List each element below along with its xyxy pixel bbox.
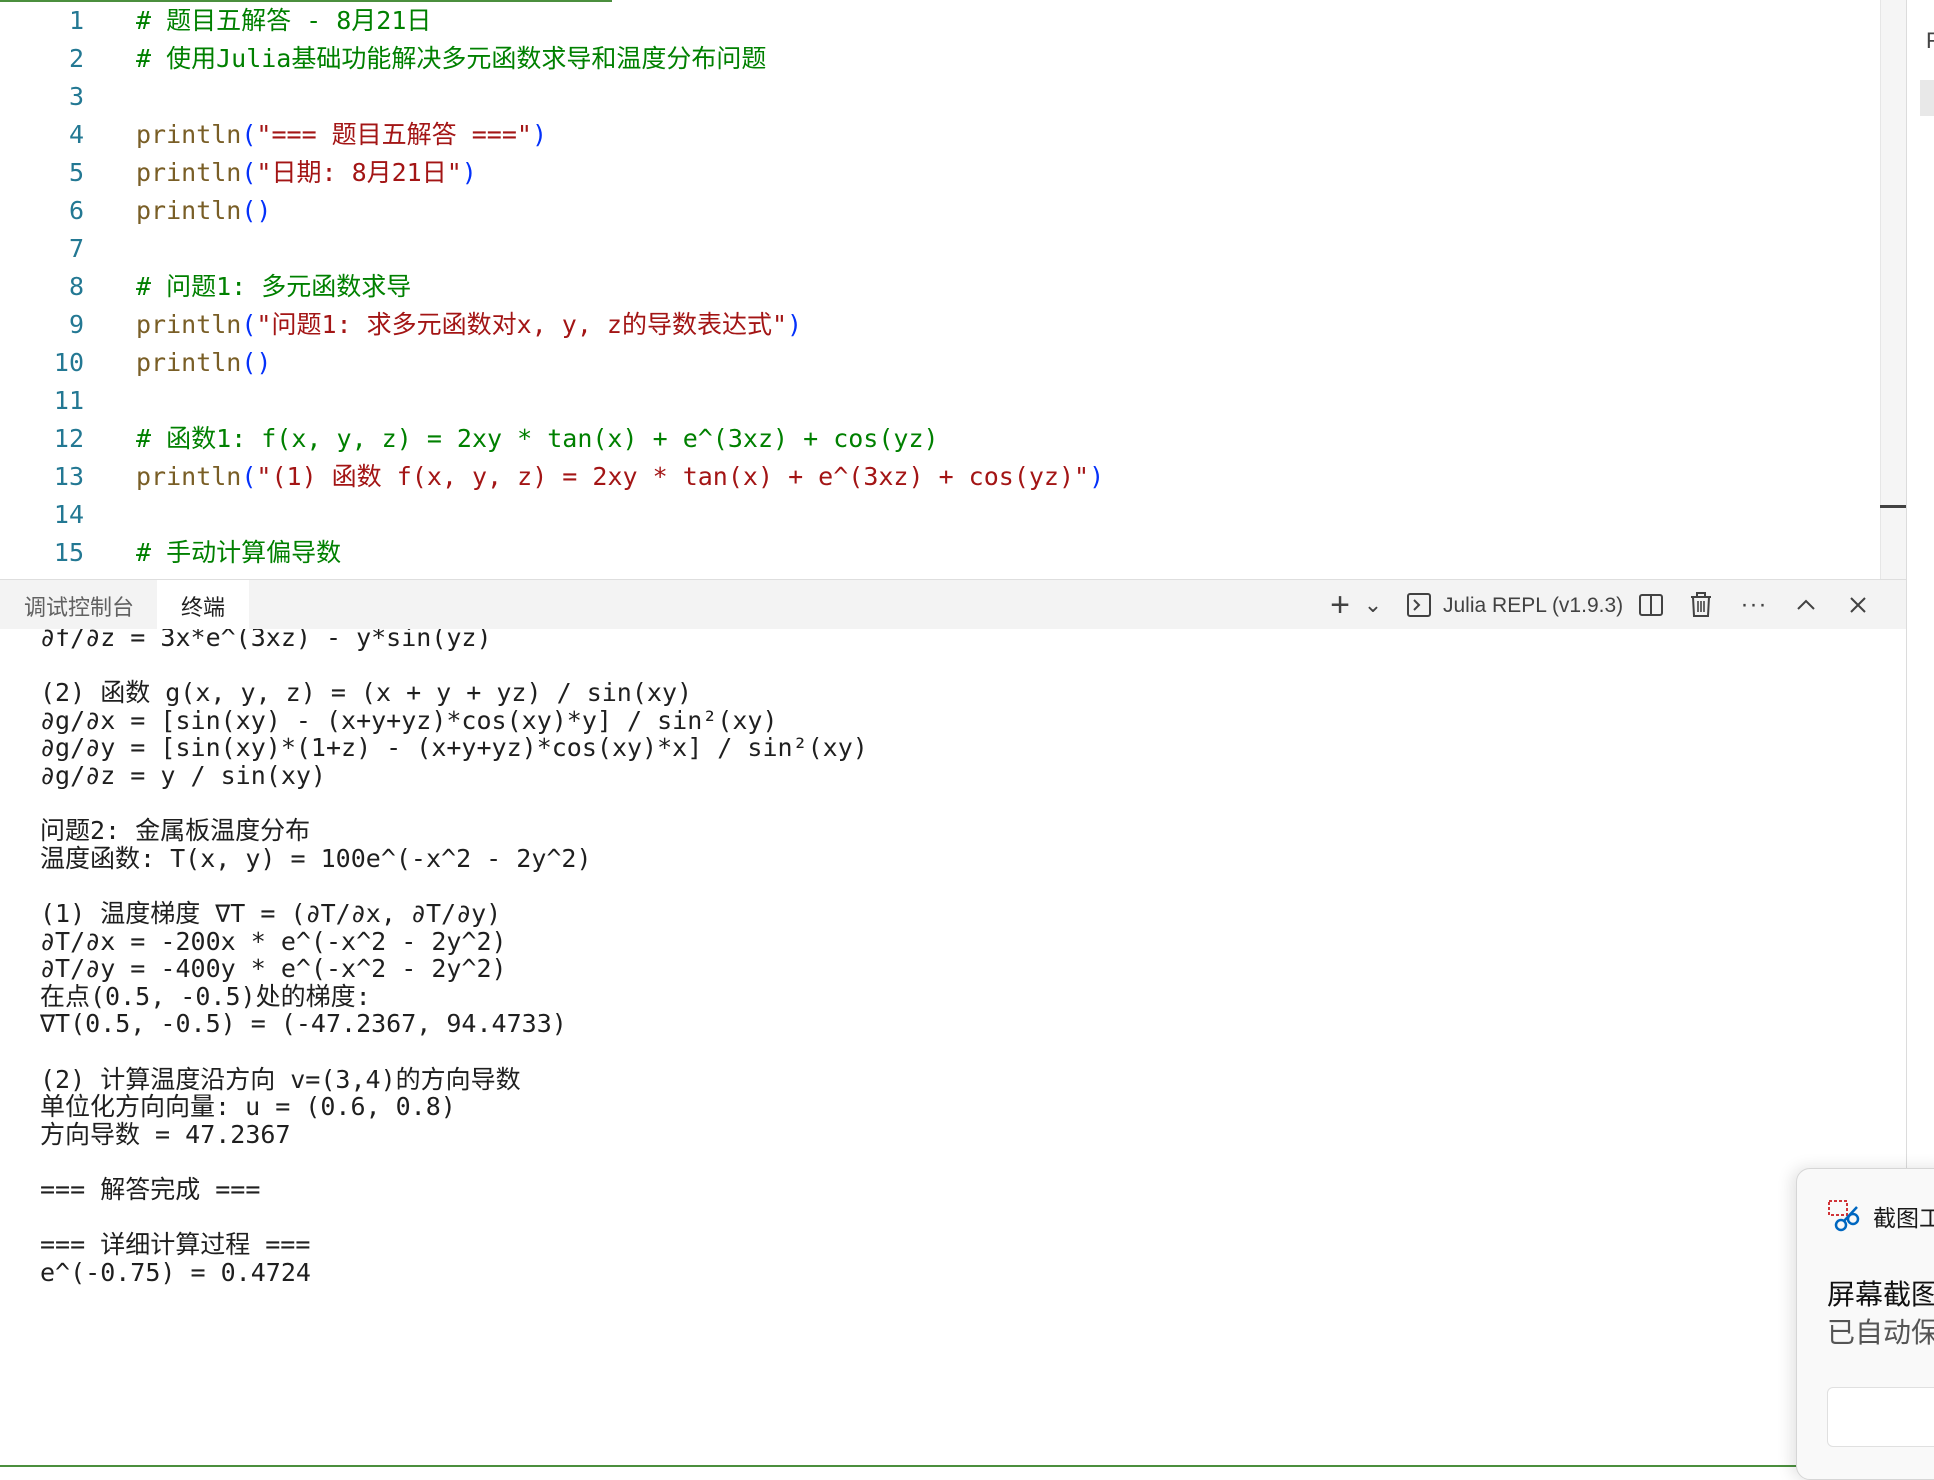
code-line[interactable]: 7 bbox=[0, 230, 1880, 268]
code-token: () bbox=[241, 348, 272, 377]
code-line[interactable]: 1 # 题目五解答 - 8月21日 bbox=[0, 2, 1880, 40]
code-line[interactable]: 10 println() bbox=[0, 344, 1880, 382]
code-line[interactable]: 14 bbox=[0, 496, 1880, 534]
line-number: 6 bbox=[68, 196, 84, 225]
line-number: 9 bbox=[68, 310, 84, 339]
code-text: println("问题1: 求多元函数对x, y, z的导数表达式") bbox=[136, 306, 802, 344]
line-number: 11 bbox=[53, 386, 84, 415]
terminal-icon bbox=[1404, 580, 1434, 630]
split-terminal-icon[interactable] bbox=[1636, 580, 1666, 630]
code-token: println bbox=[136, 158, 242, 187]
code-line[interactable]: 12 # 函数1: f(x, y, z) = 2xy * tan(x) + e^(… bbox=[0, 420, 1880, 458]
code-line[interactable]: 2 # 使用Julia基础功能解决多元函数求导和温度分布问题 bbox=[0, 40, 1880, 78]
line-number: 15 bbox=[53, 538, 84, 567]
trash-icon[interactable] bbox=[1686, 580, 1716, 630]
code-text: # 题目五解答 - 8月21日 bbox=[136, 2, 431, 40]
terminal-instance-label[interactable]: Julia REPL (v1.9.3) bbox=[1443, 580, 1623, 630]
close-panel-icon[interactable] bbox=[1842, 580, 1874, 630]
code-line[interactable]: 9 println("问题1: 求多元函数对x, y, z的导数表达式") bbox=[0, 306, 1880, 344]
notification-body: 已自动保 bbox=[1827, 1317, 1934, 1348]
code-text: println("(1) 函数 f(x, y, z) = 2xy * tan(x… bbox=[136, 458, 1104, 496]
code-text: # 问题1: 多元函数求导 bbox=[136, 268, 411, 306]
terminal-line: 方向导数 = 47.2367 bbox=[40, 1119, 291, 1149]
code-text: println() bbox=[136, 344, 271, 382]
code-line[interactable]: 6 println() bbox=[0, 192, 1880, 230]
snip-notification[interactable]: 截图工 屏幕截图 已自动保 bbox=[1796, 1168, 1934, 1480]
code-text: # 函数1: f(x, y, z) = 2xy * tan(x) + e^(3x… bbox=[136, 420, 939, 458]
code-text: # 使用Julia基础功能解决多元函数求导和温度分布问题 bbox=[136, 40, 766, 78]
code-token: ( bbox=[241, 158, 257, 187]
code-line[interactable]: 3 bbox=[0, 78, 1880, 116]
line-number: 12 bbox=[53, 424, 84, 453]
code-token: "问题1: 求多元函数对x, y, z的导数表达式" bbox=[256, 310, 788, 339]
chevron-down-icon[interactable]: ⌄ bbox=[1360, 580, 1386, 630]
code-line[interactable]: 13 println("(1) 函数 f(x, y, z) = 2xy * tan… bbox=[0, 458, 1880, 496]
line-number: 3 bbox=[68, 82, 84, 111]
code-token: println bbox=[136, 348, 242, 377]
code-line[interactable]: 4 println("=== 题目五解答 ===") bbox=[0, 116, 1880, 154]
sidebar-edge-scroll-thumb[interactable] bbox=[1920, 80, 1934, 116]
line-number: 2 bbox=[68, 44, 84, 73]
code-token: println bbox=[136, 196, 242, 225]
scissors-icon bbox=[1827, 1199, 1861, 1233]
terminal-line: e^(-0.75) = 0.4724 bbox=[40, 1257, 311, 1287]
code-token: () bbox=[241, 196, 272, 225]
terminal-line: ∂f/∂z = 3x*e^(3xz) - y*sin(yz) bbox=[40, 629, 492, 652]
code-token: # 函数1: f(x, y, z) = 2xy * tan(x) + e^(3x… bbox=[136, 424, 939, 453]
code-token: # 使用Julia基础功能解决多元函数求导和温度分布问题 bbox=[136, 44, 767, 73]
terminal-line: 温度函数: T(x, y) = 100e^(-x^2 - 2y^2) bbox=[40, 843, 592, 873]
sidebar-edge-label: F bbox=[1926, 28, 1934, 53]
code-token: ) bbox=[531, 120, 547, 149]
code-text: println("=== 题目五解答 ===") bbox=[136, 116, 547, 154]
code-editor[interactable]: 1 # 题目五解答 - 8月21日 2 # 使用Julia基础功能解决多元函数求导和温… bbox=[0, 0, 1906, 579]
terminal-line: ∇T(0.5, -0.5) = (-47.2367, 94.4733) bbox=[40, 1009, 567, 1039]
notification-title: 屏幕截图 bbox=[1827, 1279, 1934, 1310]
line-number: 13 bbox=[53, 462, 84, 491]
code-text: # 手动计算偏导数 bbox=[136, 534, 341, 572]
code-token: # 题目五解答 - 8月21日 bbox=[136, 6, 432, 35]
overview-ruler-cursor-mark bbox=[1880, 505, 1906, 508]
code-line[interactable]: 5 println("日期: 8月21日") bbox=[0, 154, 1880, 192]
terminal-output[interactable]: ∂f/∂z = 3x*e^(3xz) - y*sin(yz) (2) 函数 g(x… bbox=[0, 629, 1906, 1465]
line-number: 1 bbox=[68, 6, 84, 35]
line-number: 10 bbox=[53, 348, 84, 377]
more-actions-button[interactable]: ··· bbox=[1736, 580, 1772, 630]
tab-terminal[interactable]: 终端 bbox=[157, 580, 250, 630]
code-token: "(1) 函数 f(x, y, z) = 2xy * tan(x) + e^(3… bbox=[256, 462, 1090, 491]
code-text: println("日期: 8月21日") bbox=[136, 154, 477, 192]
terminal-line: === 解答完成 === bbox=[40, 1175, 261, 1204]
code-token: ( bbox=[241, 310, 257, 339]
tab-debug-console[interactable]: 调试控制台 bbox=[0, 580, 158, 630]
code-token: "日期: 8月21日" bbox=[256, 158, 462, 187]
code-token: ( bbox=[241, 120, 257, 149]
line-number: 14 bbox=[53, 500, 84, 529]
code-token: println bbox=[136, 120, 242, 149]
maximize-panel-icon[interactable] bbox=[1790, 580, 1822, 630]
terminal-line: ∂g/∂z = y / sin(xy) bbox=[40, 761, 326, 790]
line-number: 8 bbox=[68, 272, 84, 301]
code-token: ) bbox=[1089, 462, 1105, 491]
code-token: ( bbox=[241, 462, 257, 491]
code-text: println() bbox=[136, 192, 271, 230]
new-terminal-button[interactable]: + bbox=[1322, 580, 1358, 630]
notification-app-name: 截图工 bbox=[1873, 1205, 1934, 1231]
panel-header: 调试控制台 终端 + ⌄ Julia REPL (v1.9.3) ··· bbox=[0, 579, 1906, 630]
editor-vertical-scrollbar[interactable] bbox=[1880, 0, 1906, 579]
code-token: # 问题1: 多元函数求导 bbox=[136, 272, 412, 301]
code-token: println bbox=[136, 310, 242, 339]
code-token: println bbox=[136, 462, 242, 491]
code-line[interactable]: 11 bbox=[0, 382, 1880, 420]
code-token: ) bbox=[461, 158, 477, 187]
code-line[interactable]: 15 # 手动计算偏导数 bbox=[0, 534, 1880, 572]
code-token: ) bbox=[787, 310, 803, 339]
code-token: "=== 题目五解答 ===" bbox=[256, 120, 532, 149]
line-number: 7 bbox=[68, 234, 84, 263]
line-number: 4 bbox=[68, 120, 84, 149]
code-line[interactable]: 8 # 问题1: 多元函数求导 bbox=[0, 268, 1880, 306]
notification-action-button[interactable] bbox=[1827, 1387, 1934, 1447]
code-token: # 手动计算偏导数 bbox=[136, 538, 342, 567]
line-number: 5 bbox=[68, 158, 84, 187]
